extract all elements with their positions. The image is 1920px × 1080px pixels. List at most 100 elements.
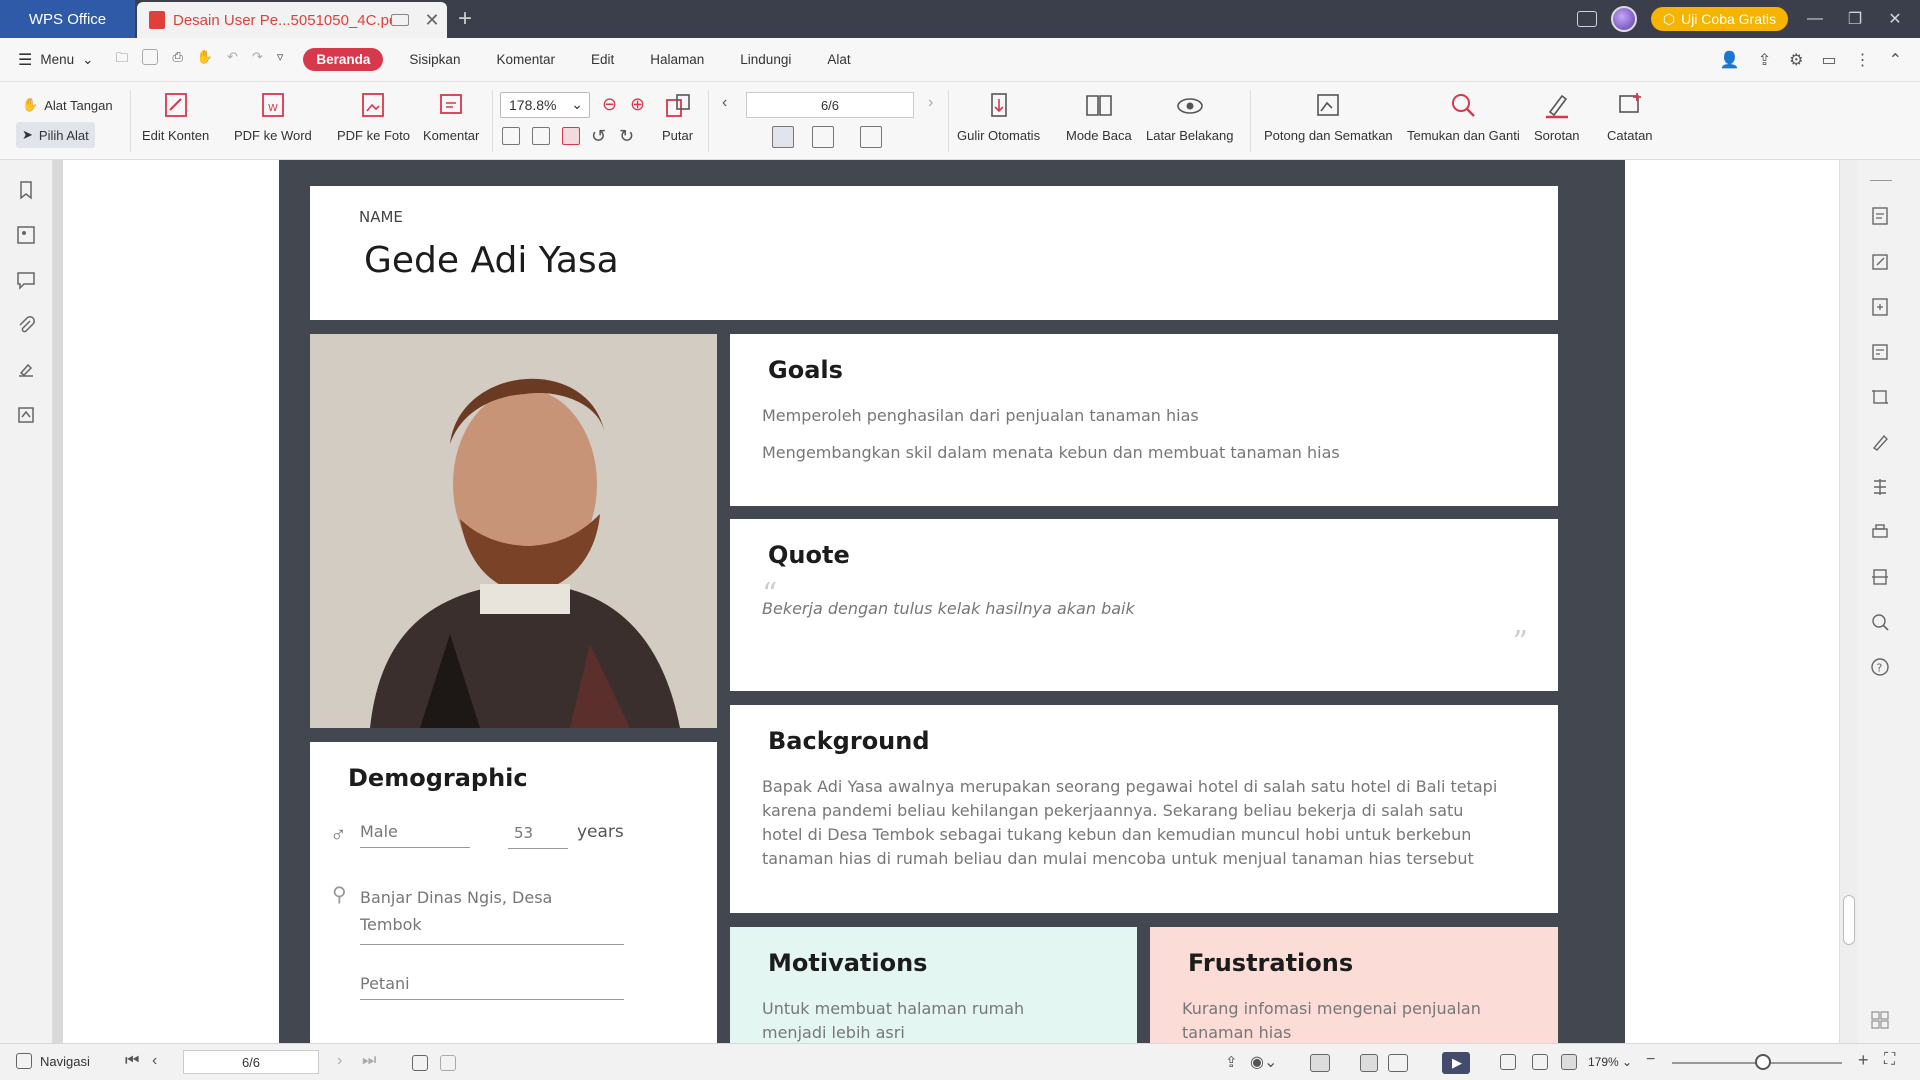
tab-beranda[interactable]: Beranda [303,48,384,71]
pdf-to-word-button[interactable]: W PDF ke Word [234,90,312,143]
back-icon[interactable] [412,1055,428,1071]
redo-icon[interactable]: ↷ [252,49,263,71]
prev-page-icon[interactable]: ‹ [152,1052,157,1070]
export-pdf-icon[interactable] [1870,297,1890,317]
navigation-toggle[interactable]: Navigasi [16,1053,90,1069]
pdf-to-photo-button[interactable]: PDF ke Foto [337,90,410,143]
grid-view-icon[interactable] [1870,1010,1890,1030]
fit-width-icon[interactable] [562,127,580,145]
double-page-icon[interactable] [812,126,834,148]
eye-protect-icon[interactable]: ◉⌄ [1250,1052,1277,1072]
zoom-out-status-icon[interactable]: − [1646,1051,1655,1069]
vertical-scrollbar[interactable] [1840,160,1858,1043]
last-page-icon[interactable]: ⏭ [362,1052,376,1070]
play-slideshow-icon[interactable]: ▶ [1442,1052,1470,1074]
thumbnail-icon[interactable] [16,225,36,245]
tab-edit[interactable]: Edit [573,52,632,67]
sign-panel-icon[interactable] [1870,432,1890,452]
close-tab-icon[interactable]: ✕ [417,10,447,31]
hand-icon[interactable]: ✋ [197,49,213,71]
undo-icon[interactable]: ↶ [227,49,238,71]
fit-page-icon[interactable] [532,127,550,145]
actual-size-icon[interactable] [502,127,520,145]
restore-icon[interactable]: ❐ [1842,9,1868,29]
bookmark-icon[interactable] [16,180,36,200]
search-panel-icon[interactable] [1870,612,1890,632]
save-icon[interactable] [142,48,159,65]
window-layout-icon[interactable] [1576,11,1597,27]
fit-page-status-icon[interactable] [1532,1054,1548,1070]
print-panel-icon[interactable] [1870,522,1890,542]
document-tab[interactable]: Desain User Pe...5051050_4C.pdf ✕ [137,2,447,38]
select-tool-button[interactable]: ➤ Pilih Alat [16,122,95,148]
page-number-input[interactable]: 6/6 [746,92,914,118]
collapse-ribbon-icon[interactable]: ⌃ [1889,50,1902,70]
status-zoom[interactable]: 179% ⌄ [1588,1055,1632,1069]
hand-tool-button[interactable]: ✋ Alat Tangan [16,92,119,118]
menu-button[interactable]: ☰ Menu ⌄ [0,50,103,70]
help-icon[interactable]: ? [1870,657,1890,677]
zoom-select[interactable]: 178.8% ⌄ [500,92,590,118]
next-page-icon[interactable]: › [337,1052,342,1070]
wps-office-tab[interactable]: WPS Office [0,0,135,38]
find-replace-button[interactable]: Temukan dan Ganti [1407,90,1520,143]
single-view-icon[interactable] [1360,1054,1378,1072]
open-folder-icon[interactable]: 🗀 [115,49,128,71]
form-icon[interactable] [1870,342,1890,362]
background-button[interactable]: Latar Belakang [1146,90,1233,143]
crop-panel-icon[interactable] [1870,387,1890,407]
zoom-out-icon[interactable]: ⊖ [602,94,617,115]
pin-tab-icon[interactable] [391,14,409,26]
print-icon[interactable]: ⎙ [172,49,182,71]
prev-page-icon[interactable]: ‹ [722,94,727,112]
document-viewport[interactable]: NAME Gede Adi Yasa Demographic ♂ Male 53 [63,160,1839,1043]
zoom-in-icon[interactable]: ⊕ [630,94,645,115]
signature-icon[interactable] [16,360,36,380]
share-user-icon[interactable]: 👤 [1720,50,1740,70]
new-tab-icon[interactable]: + [458,5,472,33]
compare-icon[interactable] [1870,477,1890,497]
continuous-view-icon[interactable] [1310,1054,1330,1072]
more-icon[interactable]: ⋮ [1855,50,1871,70]
notes-button[interactable]: Catatan [1607,90,1653,143]
scrollbar-thumb[interactable] [1843,895,1855,945]
scan-icon[interactable] [1870,567,1890,587]
rotate-button[interactable]: Putar [662,90,693,143]
zoom-slider-knob[interactable] [1755,1054,1771,1070]
tab-halaman[interactable]: Halaman [632,52,722,67]
single-page-icon[interactable] [772,126,794,148]
continuous-scroll-icon[interactable] [860,126,882,148]
tab-sisipkan[interactable]: Sisipkan [391,52,478,67]
tab-komentar[interactable]: Komentar [478,52,573,67]
convert-icon[interactable] [1870,206,1890,226]
trial-button[interactable]: ⬡ Uji Coba Gratis [1650,7,1788,31]
gear-icon[interactable]: ⚙ [1789,50,1803,70]
rotate-left-icon[interactable]: ↺ [591,126,606,147]
avatar[interactable] [1610,6,1637,32]
tab-lindungi[interactable]: Lindungi [722,52,809,67]
chat-icon[interactable]: ▭ [1821,50,1836,70]
status-page-input[interactable]: 6/6 [183,1050,319,1074]
fullscreen-icon[interactable]: ⛶ [1884,1051,1895,1069]
first-page-icon[interactable]: ⏮ [125,1052,139,1070]
edit-panel-icon[interactable] [1870,252,1890,272]
actual-size-status-icon[interactable] [1500,1054,1516,1070]
fit-width-status-icon[interactable] [1561,1054,1577,1070]
dual-view-icon[interactable] [1388,1054,1408,1072]
crop-button[interactable]: Potong dan Sematkan [1264,90,1393,143]
comment-panel-icon[interactable] [16,270,36,290]
zoom-in-status-icon[interactable]: + [1858,1050,1869,1071]
attachment-icon[interactable] [16,315,36,335]
stamp-icon[interactable] [16,405,36,425]
export-status-icon[interactable]: ⇪ [1225,1053,1238,1071]
customize-icon[interactable]: ▿ [277,49,284,71]
comment-button[interactable]: Komentar [423,90,479,143]
next-page-icon[interactable]: › [928,94,933,112]
minimize-icon[interactable]: — [1802,10,1828,28]
close-window-icon[interactable]: ✕ [1882,9,1908,29]
rotate-right-icon[interactable]: ↻ [619,126,634,147]
tab-alat[interactable]: Alat [809,52,868,67]
export-icon[interactable]: ⇪ [1758,50,1771,70]
auto-scroll-button[interactable]: Gulir Otomatis [957,90,1040,143]
highlight-button[interactable]: Sorotan [1534,90,1580,143]
